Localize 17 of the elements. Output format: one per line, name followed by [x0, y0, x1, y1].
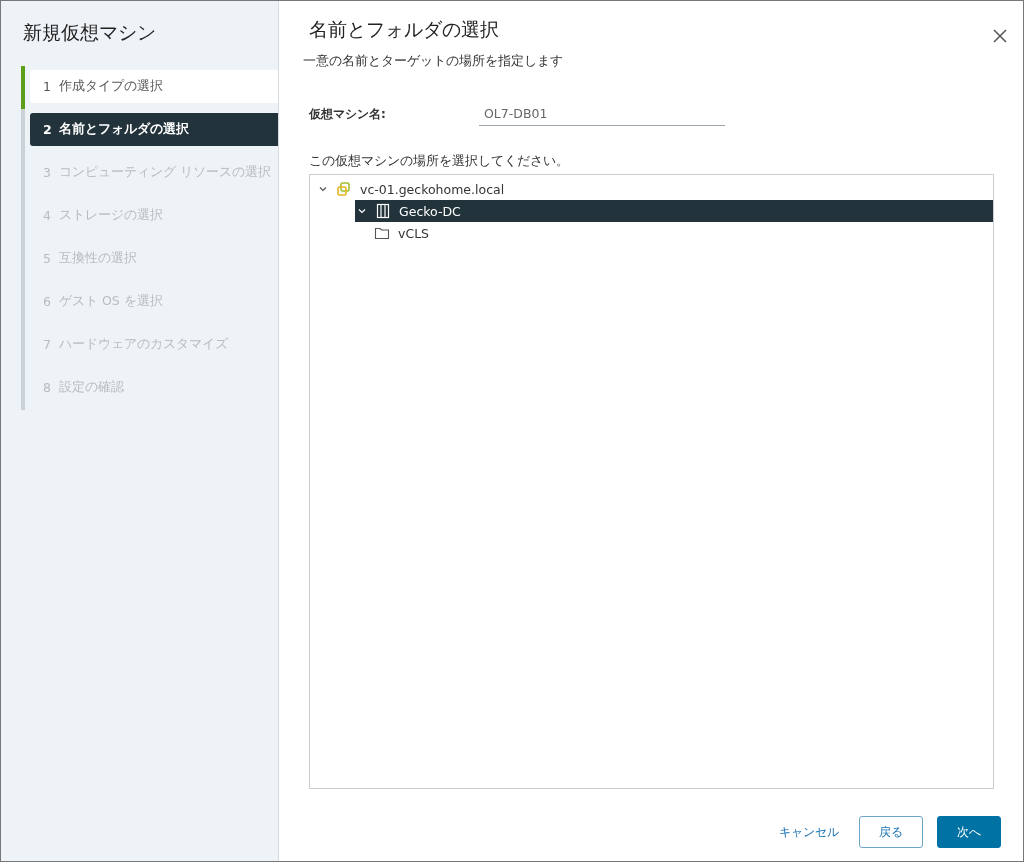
building-icon [375, 203, 391, 219]
next-button[interactable]: 次へ [937, 816, 1001, 848]
caret-icon[interactable] [357, 206, 367, 216]
tree-node[interactable]: Gecko-DC [355, 200, 993, 222]
close-icon[interactable] [993, 29, 1007, 43]
folder-icon [374, 225, 390, 241]
tree-node[interactable]: vCLS [310, 222, 993, 244]
page-subtitle: 一意の名前とターゲットの場所を指定します [303, 53, 564, 70]
cancel-button[interactable]: キャンセル [773, 816, 845, 848]
tree-node[interactable]: vc-01.geckohome.local [310, 178, 993, 200]
page-title: 名前とフォルダの選択 [309, 17, 499, 42]
back-button[interactable]: 戻る [859, 816, 923, 848]
location-label: この仮想マシンの場所を選択してください。 [309, 153, 570, 170]
vcenter-icon [336, 181, 352, 197]
caret-icon[interactable] [318, 184, 328, 194]
wizard-title: 新規仮想マシン [22, 20, 157, 45]
field-label: 仮想マシン名: [309, 105, 387, 123]
